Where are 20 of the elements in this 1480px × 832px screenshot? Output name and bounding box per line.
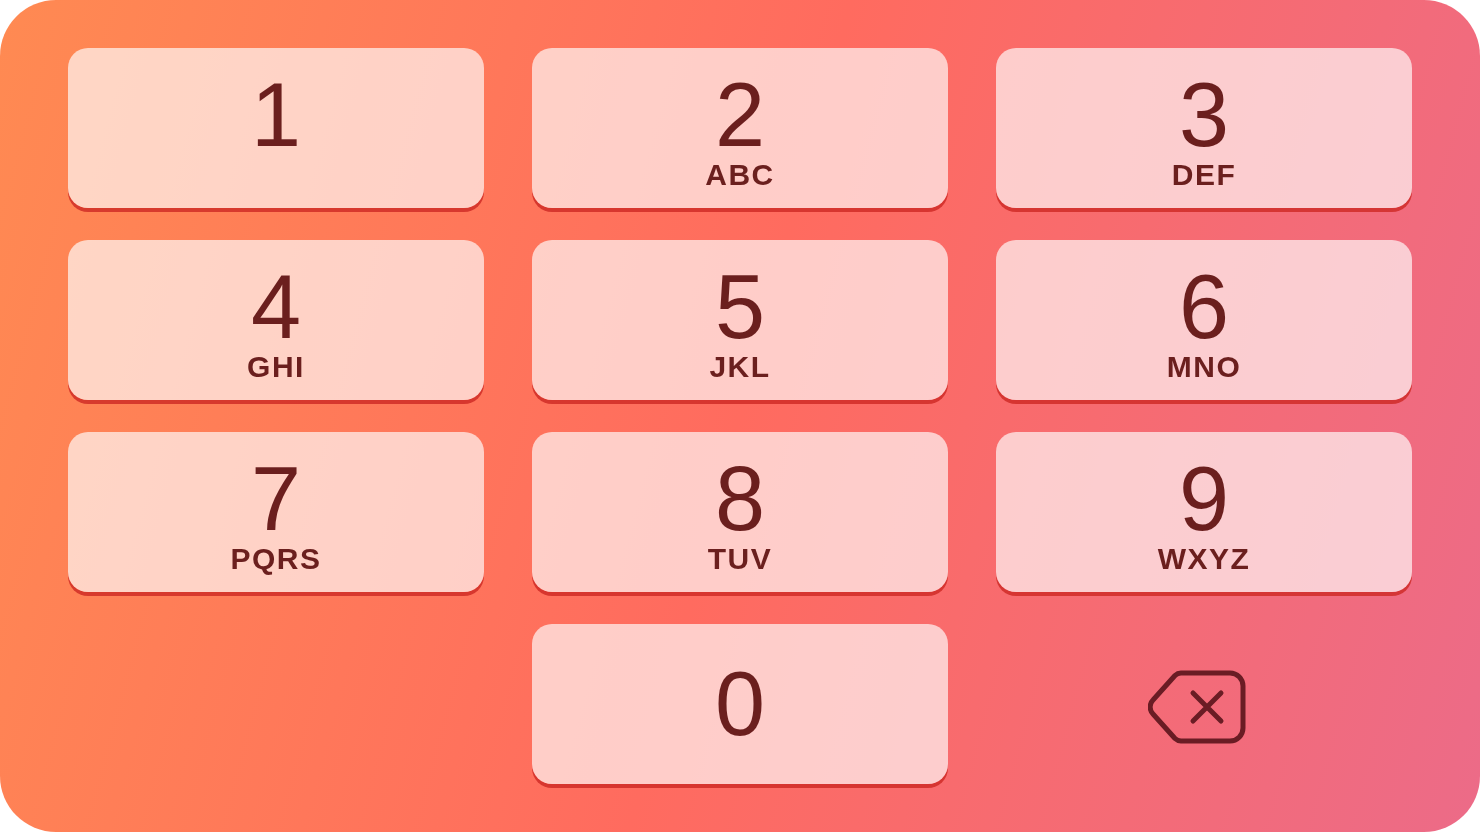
key-digit: 6 bbox=[1178, 262, 1230, 352]
key-letters: GHI bbox=[247, 352, 305, 382]
key-digit: 3 bbox=[1178, 70, 1230, 160]
key-digit: 2 bbox=[714, 70, 766, 160]
key-digit: 5 bbox=[714, 262, 766, 352]
key-digit: 4 bbox=[250, 262, 302, 352]
key-digit: 7 bbox=[250, 454, 302, 544]
key-letters: DEF bbox=[1171, 160, 1237, 190]
key-letters: PQRS bbox=[230, 544, 322, 574]
key-digit: 1 bbox=[250, 70, 302, 160]
backspace-icon bbox=[1148, 670, 1246, 744]
key-letters: TUV bbox=[707, 544, 773, 574]
key-digit: 9 bbox=[1178, 454, 1230, 544]
key-letters: MNO bbox=[1166, 352, 1242, 382]
key-letters: JKL bbox=[709, 352, 771, 382]
key-letters: WXYZ bbox=[1157, 544, 1251, 574]
backspace-button[interactable] bbox=[1148, 670, 1246, 744]
key-digit: 0 bbox=[714, 659, 766, 749]
key-digit: 8 bbox=[714, 454, 766, 544]
key-letters: ABC bbox=[705, 160, 775, 190]
